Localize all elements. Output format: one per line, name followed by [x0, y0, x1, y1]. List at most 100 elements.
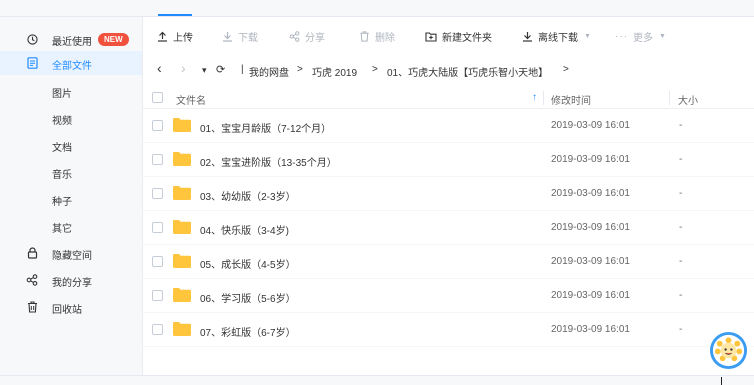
- mascot-assistant-icon[interactable]: [709, 331, 748, 370]
- active-tab-indicator: [158, 14, 192, 16]
- share-button[interactable]: 分享: [289, 29, 325, 44]
- row-checkbox[interactable]: [152, 324, 163, 335]
- new-folder-icon: [425, 31, 437, 42]
- folder-icon: [173, 287, 191, 302]
- column-divider: [543, 91, 544, 105]
- back-icon[interactable]: ‹: [157, 60, 162, 76]
- sidebar-item-label: 音乐: [52, 170, 72, 181]
- file-modified-time: 2019-03-09 16:01: [551, 324, 630, 335]
- share-icon: [289, 30, 300, 42]
- folder-icon: [173, 185, 191, 200]
- share-icon: [25, 273, 39, 287]
- row-checkbox[interactable]: [152, 222, 163, 233]
- sidebar-item-recycle-bin[interactable]: 回收站: [0, 295, 142, 319]
- file-name[interactable]: 07、彩虹版（6-7岁）: [200, 324, 296, 339]
- row-checkbox[interactable]: [152, 290, 163, 301]
- new-folder-label: 新建文件夹: [442, 32, 492, 44]
- download-label: 下载: [238, 32, 258, 44]
- file-modified-time: 2019-03-09 16:01: [551, 290, 630, 301]
- column-header-size[interactable]: 大小: [678, 92, 698, 107]
- file-size: -: [679, 324, 683, 335]
- sidebar-item-recent[interactable]: 最近使用 NEW: [0, 27, 142, 51]
- breadcrumb-item-current[interactable]: 01、巧虎大陆版【巧虎乐智小天地】: [387, 64, 548, 79]
- sidebar-item-videos[interactable]: 视频: [0, 106, 142, 130]
- share-label: 分享: [305, 32, 325, 44]
- file-size: -: [679, 290, 683, 301]
- offline-download-label: 离线下载: [538, 32, 578, 44]
- file-name[interactable]: 04、快乐版（3-4岁): [200, 222, 289, 237]
- row-checkbox[interactable]: [152, 188, 163, 199]
- row-checkbox[interactable]: [152, 256, 163, 267]
- new-folder-button[interactable]: 新建文件夹: [425, 29, 492, 44]
- sidebar-item-documents[interactable]: 文档: [0, 133, 142, 157]
- table-row[interactable]: 04、快乐版（3-4岁) 2019-03-09 16:01 -: [143, 211, 754, 245]
- ellipsis-icon: ···: [615, 30, 628, 42]
- sidebar-item-torrents[interactable]: 种子: [0, 187, 142, 211]
- sidebar-item-my-shares[interactable]: 我的分享: [0, 268, 142, 292]
- sidebar-item-label: 我的分享: [52, 278, 92, 289]
- breadcrumb-separator: >: [297, 64, 303, 75]
- offline-download-button[interactable]: 离线下载 ▼: [522, 29, 591, 44]
- sidebar: 最近使用 NEW 全部文件 图片 视频 文档 音乐 种子 其它 隐藏空间 我的分…: [0, 17, 143, 375]
- download-icon: [223, 31, 232, 42]
- row-checkbox[interactable]: [152, 120, 163, 131]
- sidebar-item-label: 隐藏空间: [52, 251, 92, 262]
- column-divider: [669, 91, 670, 105]
- sidebar-item-label: 图片: [52, 89, 72, 100]
- sidebar-item-other[interactable]: 其它: [0, 214, 142, 238]
- chevron-down-icon: ▼: [584, 32, 591, 40]
- table-row[interactable]: 03、幼幼版（2-3岁） 2019-03-09 16:01 -: [143, 177, 754, 211]
- file-modified-time: 2019-03-09 16:01: [551, 188, 630, 199]
- sidebar-item-all-files[interactable]: 全部文件: [0, 51, 142, 75]
- file-size: -: [679, 120, 683, 131]
- file-modified-time: 2019-03-09 16:01: [551, 120, 630, 131]
- folder-icon: [173, 151, 191, 166]
- file-name[interactable]: 03、幼幼版（2-3岁）: [200, 188, 296, 203]
- sort-asc-icon[interactable]: ↑: [532, 92, 537, 103]
- file-modified-time: 2019-03-09 16:01: [551, 222, 630, 233]
- text-cursor: [721, 377, 722, 385]
- upload-button[interactable]: 上传: [157, 29, 193, 44]
- history-dropdown-icon[interactable]: ▾: [202, 65, 207, 76]
- file-name[interactable]: 01、宝宝月龄版（7-12个月）: [200, 120, 331, 135]
- file-size: -: [679, 256, 683, 267]
- refresh-icon[interactable]: ⟳: [216, 63, 225, 76]
- breadcrumb-item-my-disk[interactable]: 我的网盘: [249, 64, 289, 79]
- file-size: -: [679, 222, 683, 233]
- table-row[interactable]: 01、宝宝月龄版（7-12个月） 2019-03-09 16:01 -: [143, 109, 754, 143]
- select-all-checkbox[interactable]: [152, 92, 163, 103]
- download-button[interactable]: 下载: [222, 29, 258, 44]
- table-row[interactable]: 07、彩虹版（6-7岁） 2019-03-09 16:01 -: [143, 313, 754, 347]
- delete-label: 删除: [375, 32, 395, 44]
- column-header-name[interactable]: 文件名: [176, 92, 206, 107]
- delete-button[interactable]: 删除: [359, 29, 395, 44]
- forward-icon[interactable]: ›: [181, 60, 186, 76]
- file-modified-time: 2019-03-09 16:01: [551, 256, 630, 267]
- main-panel: 上传 下载 分享 删除 新建文件夹 离线下载 ▼ ··· 更多 ▼ ‹ › ▾ …: [143, 17, 754, 375]
- file-name[interactable]: 05、成长版（4-5岁）: [200, 256, 296, 271]
- sidebar-item-images[interactable]: 图片: [0, 79, 142, 103]
- row-checkbox[interactable]: [152, 154, 163, 165]
- sidebar-item-music[interactable]: 音乐: [0, 160, 142, 184]
- folder-icon: [173, 117, 191, 132]
- sidebar-item-hidden-space[interactable]: 隐藏空间: [0, 241, 142, 265]
- breadcrumb-separator: |: [241, 64, 244, 75]
- column-header-modified[interactable]: 修改时间: [551, 92, 591, 107]
- folder-icon: [173, 321, 191, 336]
- file-size: -: [679, 188, 683, 199]
- folder-icon: [173, 253, 191, 268]
- sidebar-item-label: 种子: [52, 197, 72, 208]
- breadcrumb-item-qiaohu-2019[interactable]: 巧虎 2019: [312, 64, 357, 79]
- breadcrumb-separator: >: [372, 64, 378, 75]
- more-button[interactable]: ··· 更多 ▼: [615, 29, 666, 44]
- file-name[interactable]: 06、学习版（5-6岁）: [200, 290, 296, 305]
- trash-icon: [25, 300, 39, 314]
- sidebar-item-label: 文档: [52, 143, 72, 154]
- table-row[interactable]: 06、学习版（5-6岁） 2019-03-09 16:01 -: [143, 279, 754, 313]
- toolbar: 上传 下载 分享 删除 新建文件夹 离线下载 ▼ ··· 更多 ▼: [143, 17, 754, 54]
- table-row[interactable]: 02、宝宝进阶版（13-35个月） 2019-03-09 16:01 -: [143, 143, 754, 177]
- table-row[interactable]: 05、成长版（4-5岁） 2019-03-09 16:01 -: [143, 245, 754, 279]
- lock-icon: [25, 246, 39, 260]
- file-name[interactable]: 02、宝宝进阶版（13-35个月）: [200, 154, 337, 169]
- folder-icon: [173, 219, 191, 234]
